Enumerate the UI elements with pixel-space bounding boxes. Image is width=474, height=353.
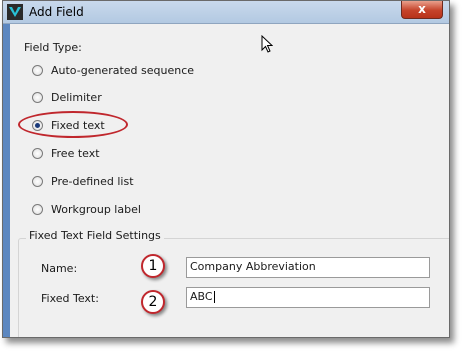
radio-label: Pre-defined list [51,174,134,188]
radio-workgroup-label[interactable]: Workgroup label [32,201,141,217]
radio-button-selected[interactable] [32,119,43,131]
window-title: Add Field [29,5,84,19]
radio-free-text[interactable]: Free text [32,145,100,161]
close-icon: x [418,2,426,16]
radio-label: Auto-generated sequence [51,63,195,77]
add-field-dialog: Add Field x Field Type: Auto-generated s… [2,0,450,338]
dialog-body: Field Type: Auto-generated sequence Deli… [10,24,449,337]
radio-button[interactable] [32,91,43,103]
radio-auto-generated-sequence[interactable]: Auto-generated sequence [32,62,194,78]
fixed-text-field[interactable]: ABC [186,287,430,308]
radio-label: Fixed text [51,118,105,132]
radio-label: Delimiter [51,90,102,104]
radio-button[interactable] [32,64,43,76]
field-type-label: Field Type: [24,41,82,54]
group-title: Fixed Text Field Settings [26,229,164,242]
fixed-text-value: ABC [190,290,213,303]
radio-label: Free text [51,146,100,160]
radio-button[interactable] [32,203,43,215]
radio-button[interactable] [32,175,43,187]
radio-label: Workgroup label [51,202,141,216]
fixed-text-label: Fixed Text: [41,292,99,305]
callout-1: 1 [141,254,165,278]
title-bar[interactable]: Add Field x [3,1,449,24]
radio-delimiter[interactable]: Delimiter [32,89,102,105]
app-icon [7,4,23,20]
name-label: Name: [41,262,78,275]
callout-2: 2 [141,290,165,314]
mouse-pointer-icon [261,35,273,53]
radio-pre-defined-list[interactable]: Pre-defined list [32,173,134,189]
text-caret [213,291,215,303]
name-value: Company Abbreviation [190,260,316,273]
close-button[interactable]: x [401,1,443,19]
radio-button[interactable] [32,147,43,159]
radio-fixed-text[interactable]: Fixed text [32,117,105,133]
name-field[interactable]: Company Abbreviation [186,257,430,278]
side-accent-strip [3,24,10,337]
